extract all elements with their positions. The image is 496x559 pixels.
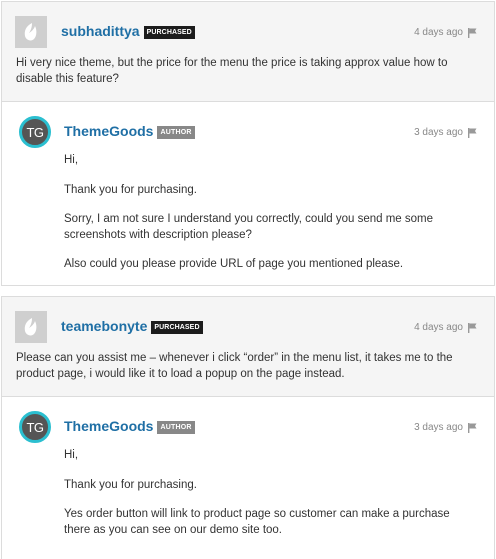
timestamp-link[interactable]: 3 days ago (414, 127, 463, 138)
timestamp-link[interactable]: 3 days ago (414, 422, 463, 433)
flag-icon[interactable] (468, 322, 477, 333)
reply-paragraph: Sorry, I am not sure I understand you co… (64, 213, 434, 241)
avatar[interactable] (15, 16, 47, 48)
reply-paragraph: Hi, (64, 449, 79, 461)
reply-paragraph: Yes order button will link to product pa… (64, 508, 450, 536)
envato-leaf-icon (24, 23, 37, 41)
author-badge: AUTHOR (157, 421, 195, 434)
purchased-badge: PURCHASED (143, 26, 195, 39)
question-comment: teamebonyte PURCHASED 4 days ago Please c… (2, 297, 494, 396)
author-name-link[interactable]: ThemeGoods (64, 123, 153, 139)
comment-thread: teamebonyte PURCHASED 4 days ago Please c… (1, 296, 495, 559)
avatar[interactable] (15, 311, 47, 343)
comment-text: Please can you assist me – whenever i cl… (16, 352, 453, 380)
avatar-initials: TG (26, 124, 44, 140)
comment-text: Hi very nice theme, but the price for th… (16, 57, 448, 85)
reply-body: Hi, Thank you for purchasing. Yes order … (64, 448, 464, 552)
username-link[interactable]: teamebonyte (61, 318, 147, 334)
author-name-link[interactable]: ThemeGoods (64, 418, 153, 434)
comment-meta: 3 days ago (414, 127, 477, 138)
author-avatar[interactable]: TG (19, 116, 51, 148)
flag-icon[interactable] (468, 27, 477, 38)
reply-paragraph: Hi, (64, 154, 79, 166)
username-link[interactable]: subhadittya (61, 23, 140, 39)
comment-meta: 4 days ago (414, 322, 477, 333)
avatar-initials: TG (26, 419, 44, 435)
timestamp-link[interactable]: 4 days ago (414, 322, 463, 333)
timestamp-link[interactable]: 4 days ago (414, 27, 463, 38)
envato-leaf-icon (24, 318, 37, 336)
author-reply: TG ThemeGoods AUTHOR 3 days ago Hi, Thank… (2, 396, 494, 536)
purchased-badge: PURCHASED (151, 321, 203, 334)
flag-icon[interactable] (468, 127, 477, 138)
flag-icon[interactable] (468, 422, 477, 433)
author-badge: AUTHOR (157, 126, 195, 139)
reply-body: Hi, Thank you for purchasing. Sorry, I a… (64, 153, 464, 285)
comment-meta: 4 days ago (414, 27, 477, 38)
author-avatar[interactable]: TG (19, 411, 51, 443)
reply-paragraph: Also could you please provide URL of pag… (64, 258, 404, 270)
reply-paragraph: Thank you for purchasing. (64, 183, 197, 196)
reply-paragraph: Thank you for purchasing. (64, 478, 197, 491)
comment-meta: 3 days ago (414, 422, 477, 433)
comment-thread: subhadittya PURCHASED 4 days ago Hi very … (1, 1, 495, 286)
question-comment: subhadittya PURCHASED 4 days ago Hi very … (2, 2, 494, 101)
author-reply: TG ThemeGoods AUTHOR 3 days ago Hi, Thank… (2, 101, 494, 270)
